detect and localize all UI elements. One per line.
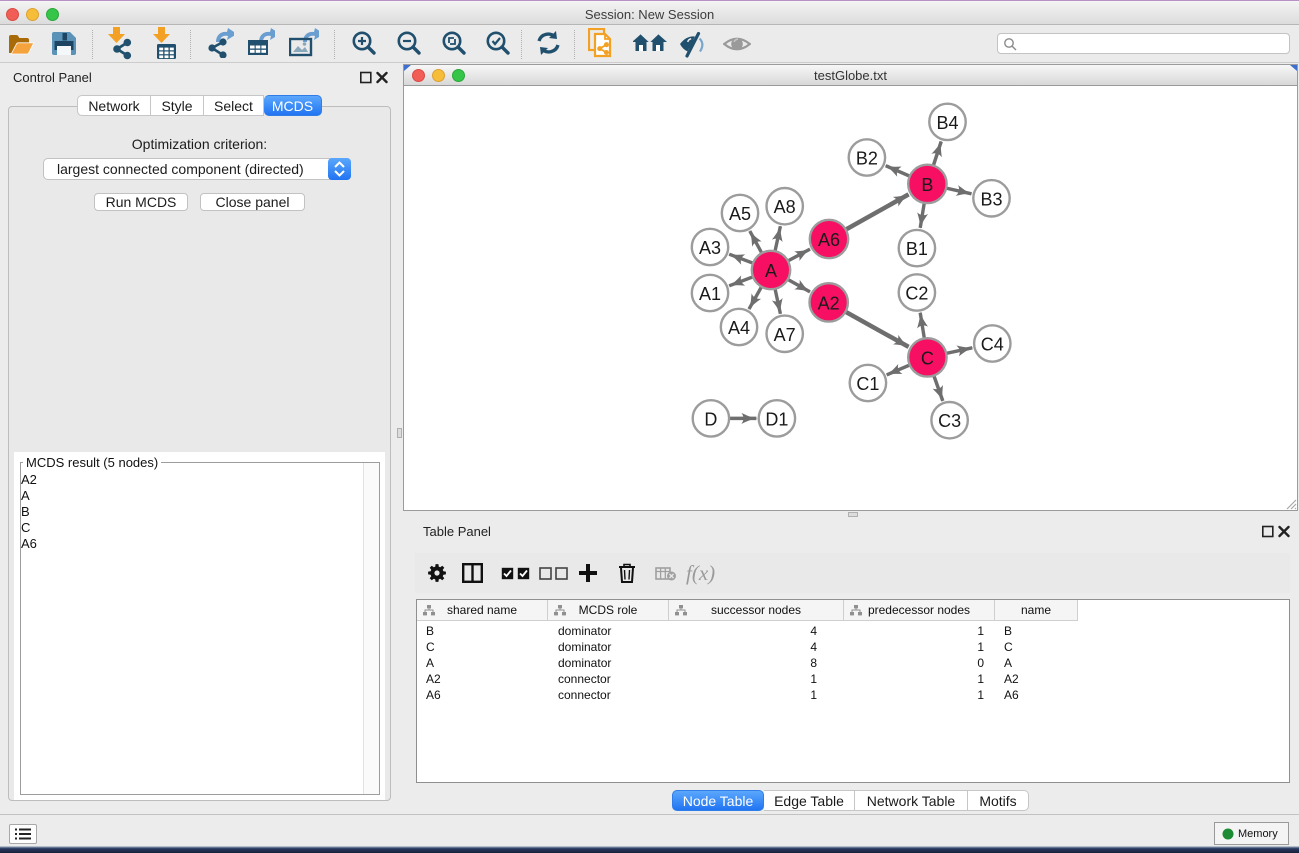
svg-text:A8: A8 [774,197,796,217]
svg-text:C1: C1 [856,374,879,394]
svg-text:A7: A7 [774,325,796,345]
svg-text:A2: A2 [818,293,840,313]
svg-text:B1: B1 [906,239,928,259]
svg-text:C: C [921,348,934,368]
svg-text:B4: B4 [936,113,958,133]
svg-text:A: A [765,261,777,281]
svg-text:A5: A5 [729,204,751,224]
svg-text:A4: A4 [728,318,750,338]
svg-text:C3: C3 [938,411,961,431]
svg-text:B3: B3 [980,189,1002,209]
svg-text:A6: A6 [818,230,840,250]
svg-text:C4: C4 [981,335,1004,355]
svg-text:D1: D1 [765,409,788,429]
svg-text:D: D [704,409,717,429]
svg-text:A1: A1 [699,284,721,304]
svg-text:C2: C2 [905,284,928,304]
svg-text:B: B [921,175,933,195]
svg-text:A3: A3 [699,238,721,258]
svg-text:B2: B2 [856,149,878,169]
